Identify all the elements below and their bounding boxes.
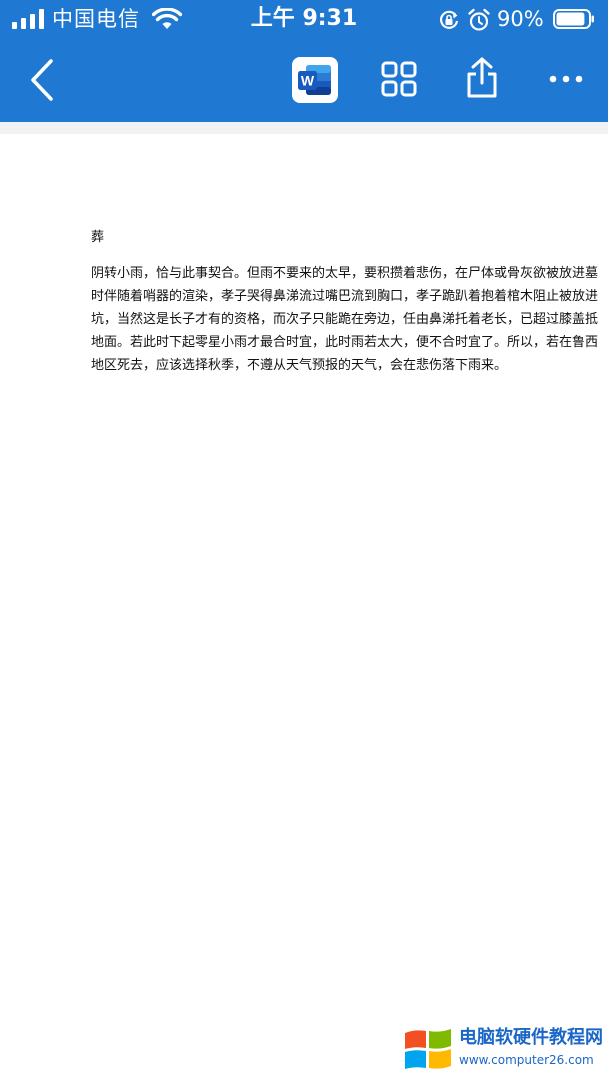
- alarm-icon: [468, 8, 490, 31]
- document-line: 时伴随着哨器的渲染，孝子哭得鼻涕流过嘴巴流到胸口，孝子跪趴着抱着棺木阻止被放进: [91, 289, 599, 304]
- document-line: 坑，当然这是长子才有的资格，而次子只能跪在旁边，任由鼻涕托着老长，已超过膝盖抵: [91, 312, 599, 327]
- watermark-site-name: 电脑软硬件教程网: [459, 1027, 603, 1048]
- rotation-lock-icon: [440, 10, 459, 29]
- site-watermark: 电脑软硬件教程网 www.computer26.com: [403, 1024, 603, 1076]
- document-line: 地面。若此时下起零星小雨才最合时宜，此时雨若太大，便不合时宜了。所以，若在鲁西: [91, 335, 599, 350]
- back-chevron-icon: [31, 59, 53, 101]
- word-app-icon: W: [298, 65, 331, 95]
- status-bar: 中国电信 上午 9:31 90%: [0, 0, 608, 40]
- document-title: 葬: [91, 230, 105, 245]
- open-in-word-button[interactable]: W: [292, 57, 338, 103]
- document-toolbar: W: [0, 40, 608, 122]
- share-icon: [467, 57, 497, 98]
- windows-logo-icon: [405, 1029, 451, 1069]
- grid-icon: [381, 61, 417, 97]
- battery-percent: 90%: [497, 7, 544, 31]
- more-icon: [549, 75, 583, 83]
- back-button[interactable]: [20, 54, 64, 106]
- share-button[interactable]: [458, 52, 506, 104]
- document-line: 地区死去，应该选择秋季，不遵从天气预报的天气，会在悲伤落下雨来。: [91, 358, 508, 373]
- grid-view-button[interactable]: [376, 56, 422, 102]
- battery-icon: [553, 9, 594, 29]
- word-letter: W: [301, 73, 315, 89]
- document-page[interactable]: 葬 阴转小雨，恰与此事契合。但雨不要来的太早，要积攒着悲伤，在尸体或骨灰欲被放进…: [0, 134, 608, 1080]
- document-line: 阴转小雨，恰与此事契合。但雨不要来的太早，要积攒着悲伤，在尸体或骨灰欲被放进墓: [91, 266, 599, 281]
- watermark-url: www.computer26.com: [459, 1053, 594, 1067]
- app-header: 中国电信 上午 9:31 90% W: [0, 0, 608, 122]
- page-gutter: [0, 122, 608, 134]
- more-options-button[interactable]: [542, 62, 590, 96]
